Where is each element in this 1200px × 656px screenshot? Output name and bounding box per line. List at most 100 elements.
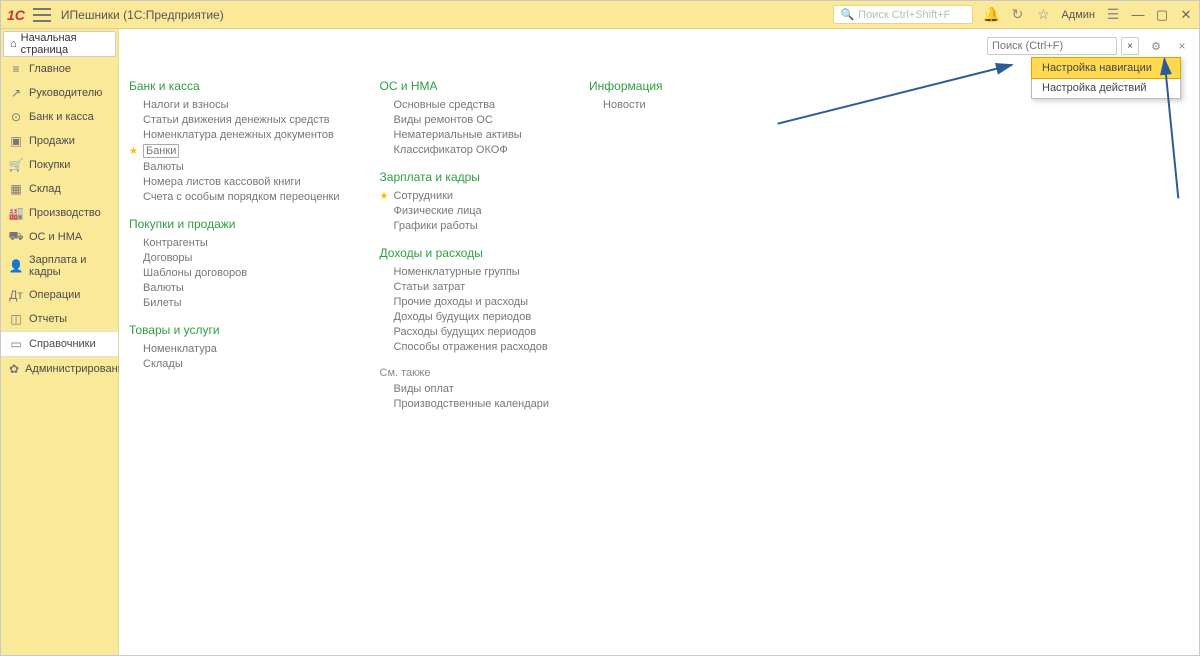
sidebar-item-8[interactable]: 👤 Зарплата и кадры	[1, 249, 118, 283]
sidebar-item-label: Руководителю	[29, 87, 102, 99]
link-item[interactable]: Нематериальные активы	[394, 129, 550, 141]
column-2: Информация Новости	[589, 79, 749, 413]
link-item[interactable]: Номенклатура	[143, 343, 340, 355]
star-icon[interactable]: ☆	[1035, 7, 1051, 23]
search-placeholder: Поиск Ctrl+Shift+F	[858, 9, 950, 21]
link-item[interactable]: Производственные календари	[394, 398, 550, 410]
panel-search-input[interactable]	[987, 37, 1117, 55]
sidebar: ⌂ Начальная страница ≡ Главное ↗Руководите…	[1, 29, 119, 655]
close-button[interactable]: ✕	[1179, 8, 1193, 22]
app-frame: { "titlebar": { "app_title": "ИПешники (…	[0, 0, 1200, 656]
sidebar-icon: ✿	[9, 362, 19, 376]
sidebar-item-label: Справочники	[29, 338, 96, 350]
panel-close-icon[interactable]: ×	[1175, 39, 1189, 53]
link-item[interactable]: Шаблоны договоров	[143, 267, 340, 279]
group-title[interactable]: Зарплата и кадры	[380, 170, 550, 184]
link-item[interactable]: Статьи затрат	[394, 281, 550, 293]
link-item[interactable]: Номенклатура денежных документов	[143, 129, 340, 141]
panel-search-clear[interactable]: ×	[1121, 37, 1139, 55]
link-item[interactable]: Способы отражения расходов	[394, 341, 550, 353]
link-item[interactable]: Новости	[603, 99, 749, 111]
app-logo: 1C	[7, 7, 25, 23]
sidebar-icon: ⛟	[9, 230, 23, 244]
sidebar-icon: ▣	[9, 134, 23, 148]
see-also-label: См. также	[380, 367, 550, 379]
sidebar-item-10[interactable]: ◫ Отчеты	[1, 307, 118, 331]
group-title[interactable]: Банк и касса	[129, 79, 340, 93]
sidebar-item-2[interactable]: ⊙Банк и касса	[1, 105, 118, 129]
link-item[interactable]: Договоры	[143, 252, 340, 264]
search-icon: 🔍	[840, 8, 854, 21]
column-0: Банк и касса Налоги и взносы Статьи движен…	[129, 79, 340, 413]
sidebar-item-6[interactable]: 🏭 Производство	[1, 201, 118, 225]
global-search[interactable]: 🔍 Поиск Ctrl+Shift+F	[833, 5, 973, 24]
minimize-button[interactable]: —	[1131, 8, 1145, 22]
link-item[interactable]: Банки	[143, 144, 340, 158]
sidebar-item-3[interactable]: ▣Продажи	[1, 129, 118, 153]
sidebar-item-9[interactable]: ДтОперации	[1, 283, 118, 307]
sidebar-item-7[interactable]: ⛟ОС и НМА	[1, 225, 118, 249]
panel-settings-icon[interactable]: ⚙	[1147, 37, 1165, 55]
dropdown-item-1[interactable]: Настройка действий	[1032, 78, 1180, 98]
link-item[interactable]: Счета с особым порядком переоценки	[143, 191, 340, 203]
history-icon[interactable]: ↻	[1009, 7, 1025, 23]
group-title[interactable]: Товары и услуги	[129, 323, 340, 337]
titlebar: 1C ИПешники (1С:Предприятие) 🔍 Поиск Ctr…	[1, 1, 1199, 29]
link-item[interactable]: Графики работы	[394, 220, 550, 232]
sidebar-icon: ≡	[9, 62, 23, 76]
sidebar-icon: ▭	[9, 337, 23, 351]
nav-list: ≡ Главное ↗Руководителю⊙Банк и касса▣Прода…	[1, 57, 118, 381]
link-item[interactable]: Статьи движения денежных средств	[143, 114, 340, 126]
sidebar-icon: 🏭	[9, 206, 23, 220]
body-row: ⌂ Начальная страница ≡ Главное ↗Руководите…	[1, 29, 1199, 655]
content: × ⚙ × Настройка навигацииНастройка дейст…	[119, 29, 1199, 655]
sidebar-item-11[interactable]: ▭ Справочники	[1, 331, 118, 357]
group-title[interactable]: ОС и НМА	[380, 79, 550, 93]
sidebar-item-label: Производство	[29, 207, 101, 219]
sidebar-item-5[interactable]: ▦Склад	[1, 177, 118, 201]
sidebar-item-1[interactable]: ↗Руководителю	[1, 81, 118, 105]
restore-button[interactable]: ▢	[1155, 8, 1169, 22]
link-item[interactable]: Доходы будущих периодов	[394, 311, 550, 323]
sidebar-item-4[interactable]: 🛒Покупки	[1, 153, 118, 177]
group-title[interactable]: Информация	[589, 79, 749, 93]
bell-icon[interactable]: 🔔	[983, 7, 999, 23]
home-tab[interactable]: ⌂ Начальная страница	[3, 31, 116, 57]
sidebar-item-label: Зарплата и кадры	[29, 254, 110, 278]
menu-icon[interactable]	[33, 8, 51, 22]
sidebar-icon: ◫	[9, 312, 23, 326]
titlebar-right: 🔍 Поиск Ctrl+Shift+F 🔔 ↻ ☆ Админ ☰ — ▢ ✕	[833, 5, 1193, 24]
link-item[interactable]: Склады	[143, 358, 340, 370]
window-title: ИПешники (1С:Предприятие)	[61, 8, 224, 22]
link-item[interactable]: Классификатор ОКОФ	[394, 144, 550, 156]
sidebar-icon: 👤	[9, 259, 23, 273]
link-item[interactable]: Сотрудники	[394, 190, 550, 202]
sidebar-item-12[interactable]: ✿Администрирование	[1, 357, 118, 381]
dropdown-item-0[interactable]: Настройка навигации	[1031, 57, 1181, 79]
link-item[interactable]: Расходы будущих периодов	[394, 326, 550, 338]
sidebar-item-label: Администрирование	[25, 363, 130, 375]
link-item[interactable]: Номенклатурные группы	[394, 266, 550, 278]
sidebar-item-label: Банк и касса	[29, 111, 94, 123]
link-item[interactable]: Номера листов кассовой книги	[143, 176, 340, 188]
settings-dropdown: Настройка навигацииНастройка действий	[1031, 57, 1181, 99]
link-item[interactable]: Виды ремонтов ОС	[394, 114, 550, 126]
sidebar-item-label: Главное	[29, 63, 71, 75]
link-item[interactable]: Валюты	[143, 161, 340, 173]
link-item[interactable]: Виды оплат	[394, 383, 550, 395]
user-label[interactable]: Админ	[1061, 9, 1095, 21]
link-item[interactable]: Прочие доходы и расходы	[394, 296, 550, 308]
sidebar-item-label: Отчеты	[29, 313, 67, 325]
link-item[interactable]: Билеты	[143, 297, 340, 309]
group-title[interactable]: Доходы и расходы	[380, 246, 550, 260]
link-item[interactable]: Физические лица	[394, 205, 550, 217]
user-menu-icon[interactable]: ☰	[1105, 7, 1121, 23]
sidebar-icon: Дт	[9, 288, 23, 302]
group-title[interactable]: Покупки и продажи	[129, 217, 340, 231]
link-item[interactable]: Налоги и взносы	[143, 99, 340, 111]
sidebar-icon: 🛒	[9, 158, 23, 172]
link-item[interactable]: Основные средства	[394, 99, 550, 111]
link-item[interactable]: Контрагенты	[143, 237, 340, 249]
sidebar-item-0[interactable]: ≡ Главное	[1, 57, 118, 81]
link-item[interactable]: Валюты	[143, 282, 340, 294]
